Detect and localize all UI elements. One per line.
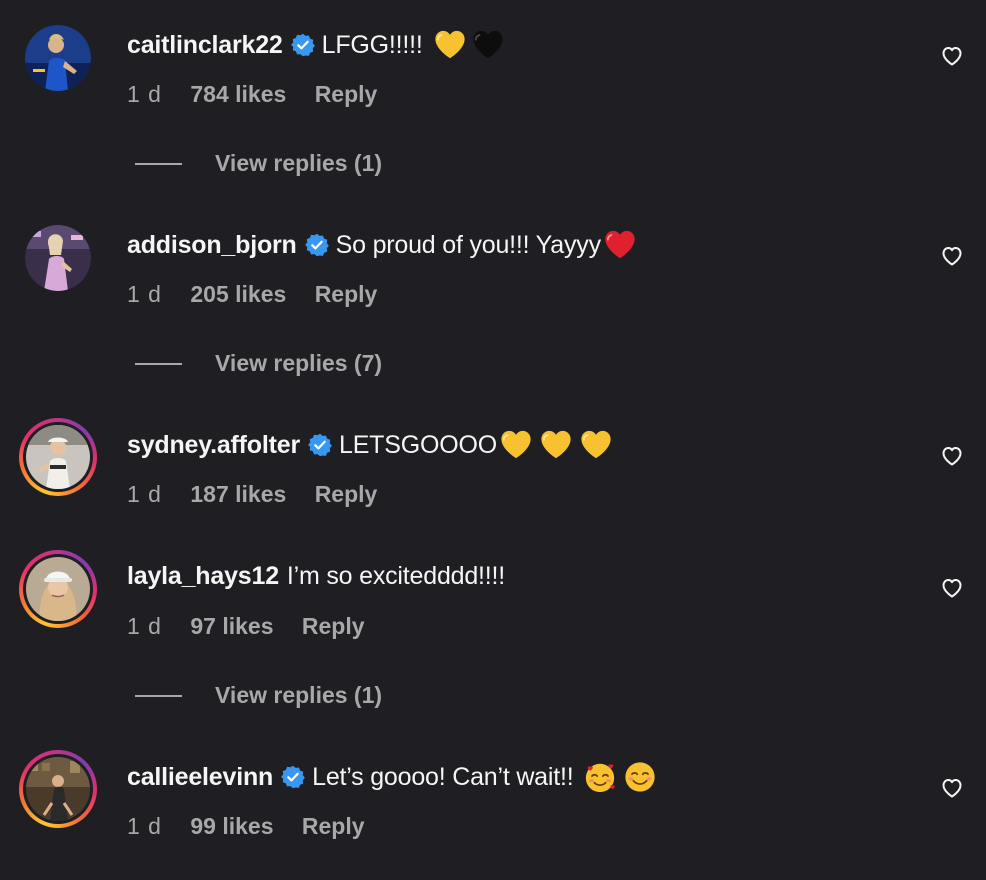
likes-count[interactable]: 205 likes <box>190 281 286 307</box>
avatar-with-story-ring[interactable] <box>19 750 97 828</box>
verified-badge-icon <box>281 765 305 789</box>
reply-button[interactable]: Reply <box>315 281 378 307</box>
replies-divider-line <box>135 362 182 365</box>
comment-meta: 1 d 205 likes Reply <box>127 281 399 308</box>
view-replies-label[interactable]: View replies (1) <box>215 150 382 177</box>
avatar-with-story-ring[interactable] <box>19 418 97 496</box>
replies-divider-line <box>135 162 182 165</box>
comment-time: 1 d <box>127 481 162 507</box>
yellow-heart-emoji-icon <box>499 428 533 462</box>
comment-time: 1 d <box>127 613 162 639</box>
comment-text: LETSGOOOO <box>338 431 497 459</box>
smiling-face-emoji-icon <box>623 760 657 794</box>
comment-text: I’m so excitedddd!!!! <box>286 562 506 590</box>
verified-badge-icon <box>305 233 329 257</box>
like-heart-icon[interactable] <box>940 776 964 800</box>
comment-text: LFGG!!!!! <box>321 31 423 59</box>
avatar-photo <box>26 425 90 489</box>
comment-text: So proud of you!!! Yayyy <box>335 231 601 259</box>
yellow-heart-emoji-icon <box>579 428 613 462</box>
view-replies-button[interactable]: View replies (7) <box>135 350 382 377</box>
username[interactable]: layla_hays12 <box>127 560 279 592</box>
comment-time: 1 d <box>127 81 162 107</box>
avatar-with-story-ring[interactable] <box>19 550 97 628</box>
avatar-photo <box>25 25 91 91</box>
avatar[interactable] <box>25 225 91 291</box>
comment-meta: 1 d 187 likes Reply <box>127 481 399 508</box>
reply-button[interactable]: Reply <box>315 81 378 107</box>
avatar-photo <box>26 757 90 821</box>
reply-button[interactable]: Reply <box>315 481 378 507</box>
comment-meta: 1 d 784 likes Reply <box>127 81 399 108</box>
username[interactable]: sydney.affolter <box>127 429 300 461</box>
red-heart-emoji-icon <box>603 228 637 262</box>
view-replies-button[interactable]: View replies (1) <box>135 682 382 709</box>
comment-text: Let’s goooo! Can’t wait!! <box>312 763 574 791</box>
likes-count[interactable]: 784 likes <box>190 81 286 107</box>
username[interactable]: caitlinclark22 <box>127 29 283 61</box>
like-heart-icon[interactable] <box>940 444 964 468</box>
like-heart-icon[interactable] <box>940 44 964 68</box>
comment-time: 1 d <box>127 281 162 307</box>
likes-count[interactable]: 187 likes <box>190 481 286 507</box>
like-heart-icon[interactable] <box>940 244 964 268</box>
yellow-heart-emoji-icon <box>539 428 573 462</box>
likes-count[interactable]: 97 likes <box>190 613 273 639</box>
yellow-heart-emoji-icon <box>433 28 467 62</box>
reply-button[interactable]: Reply <box>302 813 365 839</box>
replies-divider-line <box>135 694 182 697</box>
comment-meta: 1 d 99 likes Reply <box>127 813 387 840</box>
likes-count[interactable]: 99 likes <box>190 813 273 839</box>
view-replies-button[interactable]: View replies (1) <box>135 150 382 177</box>
comment-meta: 1 d 97 likes Reply <box>127 613 387 640</box>
view-replies-label[interactable]: View replies (7) <box>215 350 382 377</box>
reply-button[interactable]: Reply <box>302 613 365 639</box>
avatar[interactable] <box>25 25 91 91</box>
verified-badge-icon <box>291 33 315 57</box>
black-heart-emoji-icon <box>471 28 505 62</box>
verified-badge-icon <box>308 433 332 457</box>
comment-time: 1 d <box>127 813 162 839</box>
view-replies-label[interactable]: View replies (1) <box>215 682 382 709</box>
avatar-photo <box>25 225 91 291</box>
smiling-face-with-hearts-emoji-icon <box>583 760 617 794</box>
username[interactable]: addison_bjorn <box>127 229 297 261</box>
avatar-photo <box>26 557 90 621</box>
username[interactable]: callieelevinn <box>127 761 273 793</box>
like-heart-icon[interactable] <box>940 576 964 600</box>
